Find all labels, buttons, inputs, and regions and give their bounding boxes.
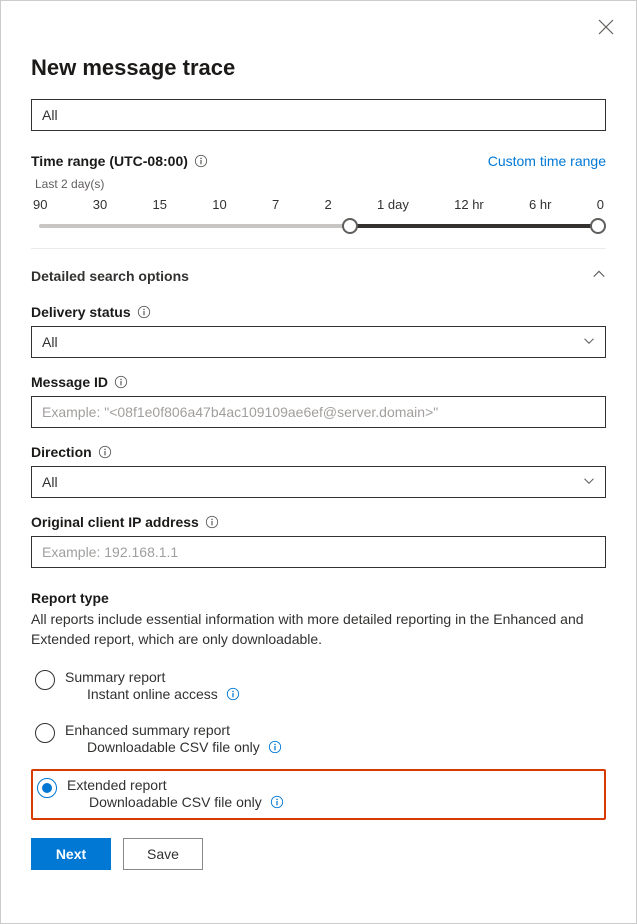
report-type-option[interactable]: Enhanced summary reportDownloadable CSV …: [31, 716, 606, 763]
recipients-input[interactable]: [31, 99, 606, 131]
slider-tick: 12 hr: [454, 197, 484, 212]
info-icon[interactable]: [114, 375, 128, 389]
time-range-slider[interactable]: Last 2 day(s) 90 30 15 10 7 2 1 day 12 hr 6 hr 0: [31, 177, 606, 228]
slider-track[interactable]: [39, 224, 598, 228]
radio-button[interactable]: [35, 670, 55, 690]
info-icon[interactable]: [226, 687, 240, 701]
slider-tick: 1 day: [377, 197, 409, 212]
info-icon[interactable]: [137, 305, 151, 319]
radio-subtitle: Instant online access: [87, 686, 240, 702]
chevron-up-icon: [592, 267, 606, 284]
radio-button[interactable]: [37, 778, 57, 798]
slider-ticks: 90 30 15 10 7 2 1 day 12 hr 6 hr 0: [31, 197, 606, 212]
next-button[interactable]: Next: [31, 838, 111, 870]
report-type-radio-group: Summary reportInstant online access Enhan…: [31, 663, 606, 820]
slider-caption: Last 2 day(s): [35, 177, 606, 191]
message-id-label: Message ID: [31, 374, 128, 390]
time-range-label: Time range (UTC-08:00): [31, 153, 208, 169]
report-type-description: All reports include essential informatio…: [31, 610, 606, 649]
message-trace-panel: New message trace Time range (UTC-08:00)…: [0, 0, 637, 924]
direction-label: Direction: [31, 444, 112, 460]
report-type-option[interactable]: Extended reportDownloadable CSV file onl…: [31, 769, 606, 820]
detailed-options-toggle[interactable]: Detailed search options: [31, 267, 606, 284]
info-icon[interactable]: [205, 515, 219, 529]
chevron-down-icon: [583, 334, 595, 350]
close-icon: [598, 19, 614, 35]
client-ip-label: Original client IP address: [31, 514, 219, 530]
radio-title: Summary report: [65, 669, 240, 685]
slider-tick: 6 hr: [529, 197, 551, 212]
info-icon[interactable]: [268, 740, 282, 754]
report-type-option[interactable]: Summary reportInstant online access: [31, 663, 606, 710]
slider-tick: 7: [272, 197, 279, 212]
direction-select[interactable]: All: [31, 466, 606, 498]
close-button[interactable]: [598, 19, 614, 39]
slider-handle-start[interactable]: [342, 218, 358, 234]
message-id-input[interactable]: [31, 396, 606, 428]
report-type-label: Report type: [31, 590, 109, 606]
info-icon[interactable]: [98, 445, 112, 459]
client-ip-input[interactable]: [31, 536, 606, 568]
info-icon[interactable]: [194, 154, 208, 168]
save-button[interactable]: Save: [123, 838, 203, 870]
slider-tick: 0: [597, 197, 604, 212]
slider-tick: 30: [93, 197, 107, 212]
info-icon[interactable]: [270, 795, 284, 809]
delivery-status-select[interactable]: All: [31, 326, 606, 358]
radio-button[interactable]: [35, 723, 55, 743]
custom-time-range-link[interactable]: Custom time range: [488, 153, 606, 169]
slider-handle-end[interactable]: [590, 218, 606, 234]
slider-tick: 10: [212, 197, 226, 212]
divider: [31, 248, 606, 249]
radio-subtitle: Downloadable CSV file only: [89, 794, 284, 810]
page-title: New message trace: [31, 55, 606, 81]
slider-fill: [350, 224, 598, 228]
delivery-status-label: Delivery status: [31, 304, 151, 320]
slider-tick: 15: [153, 197, 167, 212]
radio-subtitle: Downloadable CSV file only: [87, 739, 282, 755]
radio-title: Extended report: [67, 777, 284, 793]
chevron-down-icon: [583, 474, 595, 490]
slider-tick: 2: [325, 197, 332, 212]
radio-title: Enhanced summary report: [65, 722, 282, 738]
slider-tick: 90: [33, 197, 47, 212]
